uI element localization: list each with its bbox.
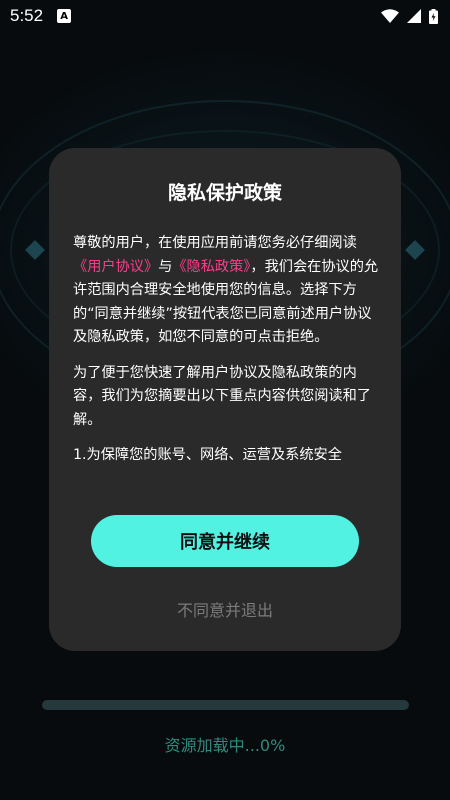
dialog-paragraph-2: 为了便于您快速了解用户协议及隐私政策的内容，我们为您摘要出以下重点内容供您阅读和…: [73, 364, 371, 428]
loading-status-text: 资源加载中...0%: [164, 736, 286, 755]
status-bar: 5:52 A: [0, 0, 450, 32]
privacy-policy-link[interactable]: 《隐私政策》: [172, 259, 250, 275]
paragraph-1-and: 与: [158, 258, 173, 275]
status-icons: [381, 8, 438, 24]
signal-icon: [407, 9, 421, 23]
loading-progress-bar: [42, 700, 409, 710]
dialog-body[interactable]: 尊敬的用户，在使用应用前请您务必仔细阅读《用户协议》与《隐私政策》，我们会在协议…: [73, 232, 379, 482]
notification-icon: A: [57, 9, 72, 23]
decline-exit-button[interactable]: 不同意并退出: [49, 597, 401, 621]
wifi-icon: [381, 9, 399, 23]
agree-continue-button[interactable]: 同意并继续: [91, 515, 359, 567]
status-time: 5:52: [10, 6, 44, 25]
privacy-dialog: 隐私保护政策 尊敬的用户，在使用应用前请您务必仔细阅读《用户协议》与《隐私政策》…: [49, 148, 401, 651]
battery-icon: [429, 8, 438, 24]
user-agreement-link[interactable]: 《用户协议》: [73, 259, 158, 275]
paragraph-1-intro: 尊敬的用户，在使用应用前请您务必仔细阅读: [73, 235, 357, 251]
dialog-title: 隐私保护政策: [167, 182, 282, 204]
dialog-paragraph-1: 尊敬的用户，在使用应用前请您务必仔细阅读《用户协议》与《隐私政策》，我们会在协议…: [73, 232, 379, 350]
dialog-paragraph-3: 1.为保障您的账号、网络、运营及系统安全: [73, 447, 342, 463]
